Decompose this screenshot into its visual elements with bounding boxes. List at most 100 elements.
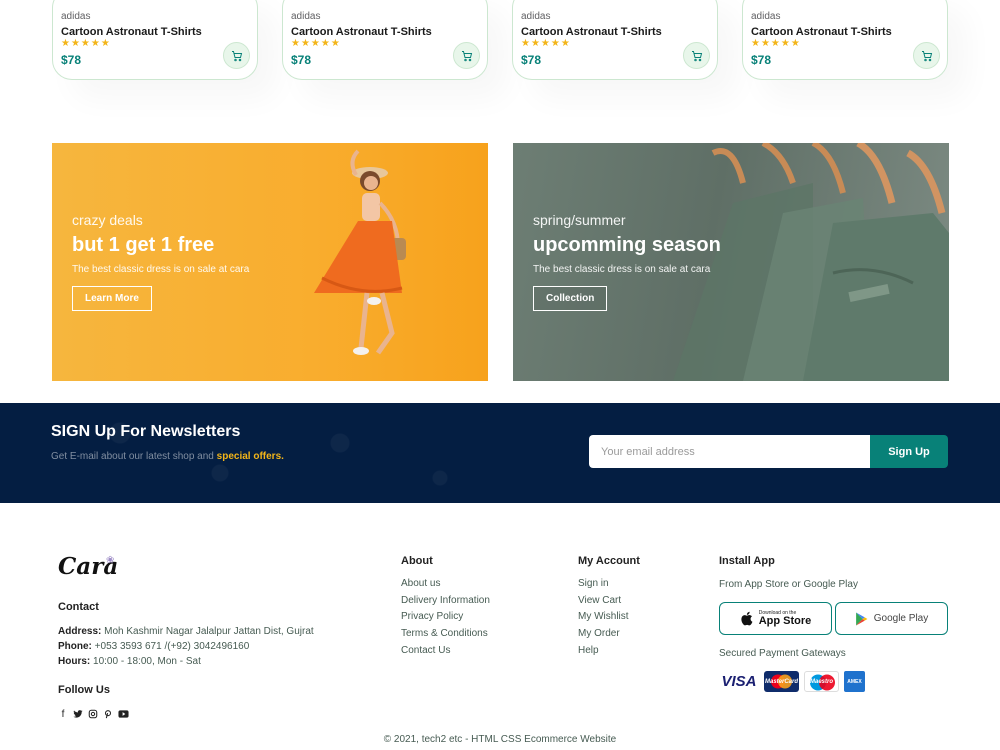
cart-icon — [691, 50, 702, 61]
phone-value: +053 3593 671 /(+92) 3042496160 — [91, 641, 250, 652]
google-play-label: Google Play — [873, 613, 929, 624]
add-to-cart-button[interactable] — [223, 42, 250, 69]
site-footer: Cara ❀ Contact Address: Moh Kashmir Naga… — [0, 503, 1000, 750]
app-store-button[interactable]: Download on the App Store — [719, 602, 832, 635]
google-play-button[interactable]: Google Play — [835, 602, 948, 635]
address-label: Address: — [58, 626, 102, 637]
mastercard-icon: MasterCard — [764, 671, 799, 692]
my-wishlist-link[interactable]: My Wishlist — [578, 609, 629, 626]
product-price: $78 — [61, 53, 82, 67]
payment-methods: VISA MasterCard Maestro AMEX — [719, 671, 865, 692]
special-offers-highlight: special offers. — [216, 451, 284, 462]
contact-hours: Hours: 10:00 - 18:00, Mon - Sat — [58, 654, 314, 669]
my-order-link[interactable]: My Order — [578, 626, 629, 643]
account-links: Sign in View Cart My Wishlist My Order H… — [578, 576, 629, 659]
apple-icon — [741, 611, 753, 626]
maestro-icon: Maestro — [804, 671, 839, 692]
newsletter-title: SIGN Up For Newsletters — [51, 423, 241, 440]
deal-banner: crazy deals but 1 get 1 free The best cl… — [52, 143, 488, 381]
newsletter-subtitle-text: Get E-mail about our latest shop and — [51, 451, 217, 462]
product-card[interactable]: adidas Cartoon Astronaut T-Shirts ★★★★★ … — [742, 0, 948, 80]
sign-up-button[interactable]: Sign Up — [870, 435, 948, 468]
product-card[interactable]: adidas Cartoon Astronaut T-Shirts ★★★★★ … — [512, 0, 718, 80]
hours-value: 10:00 - 18:00, Mon - Sat — [90, 656, 201, 667]
follow-us-heading: Follow Us — [58, 684, 110, 696]
product-brand: adidas — [751, 11, 781, 22]
newsletter-subtitle: Get E-mail about our latest shop and spe… — [51, 451, 284, 462]
amex-icon: AMEX — [844, 671, 865, 692]
contact-heading: Contact — [58, 601, 99, 613]
add-to-cart-button[interactable] — [683, 42, 710, 69]
contact-details: Address: Moh Kashmir Nagar Jalalpur Jatt… — [58, 624, 314, 669]
product-name: Cartoon Astronaut T-Shirts — [61, 26, 202, 38]
social-links: f — [58, 709, 129, 722]
product-name: Cartoon Astronaut T-Shirts — [521, 26, 662, 38]
model-photo — [314, 149, 406, 355]
pinterest-icon[interactable] — [103, 709, 113, 722]
collection-button[interactable]: Collection — [533, 286, 608, 311]
facebook-icon[interactable]: f — [58, 709, 68, 722]
add-to-cart-button[interactable] — [913, 42, 940, 69]
copyright-text: © 2021, tech2 etc - HTML CSS Ecommerce W… — [383, 734, 617, 745]
about-heading: About — [401, 555, 433, 567]
product-card[interactable]: adidas Cartoon Astronaut T-Shirts ★★★★★ … — [52, 0, 258, 80]
install-app-subtitle: From App Store or Google Play — [719, 579, 858, 590]
product-price: $78 — [291, 53, 312, 67]
address-value: Moh Kashmir Nagar Jalalpur Jattan Dist, … — [101, 626, 314, 637]
product-brand: adidas — [61, 11, 91, 22]
banner-eyebrow: spring/summer — [533, 212, 626, 228]
banner-description: The best classic dress is on sale at car… — [72, 264, 250, 275]
star-rating: ★★★★★ — [521, 38, 571, 49]
about-us-link[interactable]: About us — [401, 576, 490, 593]
cart-icon — [461, 50, 472, 61]
season-banner: spring/summer upcomming season The best … — [513, 143, 949, 381]
privacy-policy-link[interactable]: Privacy Policy — [401, 609, 490, 626]
newsletter-section: SIGN Up For Newsletters Get E-mail about… — [0, 403, 1000, 503]
app-store-text: Download on the App Store — [758, 610, 812, 627]
star-rating: ★★★★★ — [291, 38, 341, 49]
add-to-cart-button[interactable] — [453, 42, 480, 69]
banner-title: upcomming season — [533, 234, 721, 256]
instagram-icon[interactable] — [88, 709, 98, 722]
contact-address: Address: Moh Kashmir Nagar Jalalpur Jatt… — [58, 624, 314, 639]
banner-title: but 1 get 1 free — [72, 234, 215, 256]
email-input[interactable] — [589, 435, 871, 468]
learn-more-button[interactable]: Learn More — [72, 286, 152, 311]
contact-us-link[interactable]: Contact Us — [401, 643, 490, 660]
about-links: About us Delivery Information Privacy Po… — [401, 576, 490, 659]
install-app-heading: Install App — [719, 555, 775, 567]
view-cart-link[interactable]: View Cart — [578, 593, 629, 610]
product-price: $78 — [751, 53, 772, 67]
contact-phone: Phone: +053 3593 671 /(+92) 3042496160 — [58, 639, 314, 654]
shirts-photo — [673, 143, 949, 381]
payment-gateways-label: Secured Payment Gateways — [719, 648, 846, 659]
product-price: $78 — [521, 53, 542, 67]
mastercard-label: MasterCard — [764, 678, 798, 685]
cart-icon — [231, 50, 242, 61]
banner-description: The best classic dress is on sale at car… — [533, 264, 711, 275]
delivery-information-link[interactable]: Delivery Information — [401, 593, 490, 610]
google-play-icon — [855, 612, 868, 625]
sign-in-link[interactable]: Sign in — [578, 576, 629, 593]
banner-eyebrow: crazy deals — [72, 212, 143, 228]
phone-label: Phone: — [58, 641, 92, 652]
maestro-label: Maestro — [809, 678, 833, 685]
hours-label: Hours: — [58, 656, 91, 667]
my-account-heading: My Account — [578, 555, 640, 567]
product-brand: adidas — [521, 11, 551, 22]
terms-conditions-link[interactable]: Terms & Conditions — [401, 626, 490, 643]
youtube-icon[interactable] — [118, 709, 129, 722]
leaf-icon: ❀ — [106, 555, 115, 566]
app-store-label: App Store — [758, 614, 812, 627]
visa-icon: VISA — [721, 673, 757, 690]
product-name: Cartoon Astronaut T-Shirts — [751, 26, 892, 38]
star-rating: ★★★★★ — [61, 38, 111, 49]
help-link[interactable]: Help — [578, 643, 629, 660]
product-grid: adidas Cartoon Astronaut T-Shirts ★★★★★ … — [0, 0, 1000, 90]
product-card[interactable]: adidas Cartoon Astronaut T-Shirts ★★★★★ … — [282, 0, 488, 80]
star-rating: ★★★★★ — [751, 38, 801, 49]
product-brand: adidas — [291, 11, 321, 22]
twitter-icon[interactable] — [73, 709, 83, 722]
cart-icon — [921, 50, 932, 61]
product-name: Cartoon Astronaut T-Shirts — [291, 26, 432, 38]
